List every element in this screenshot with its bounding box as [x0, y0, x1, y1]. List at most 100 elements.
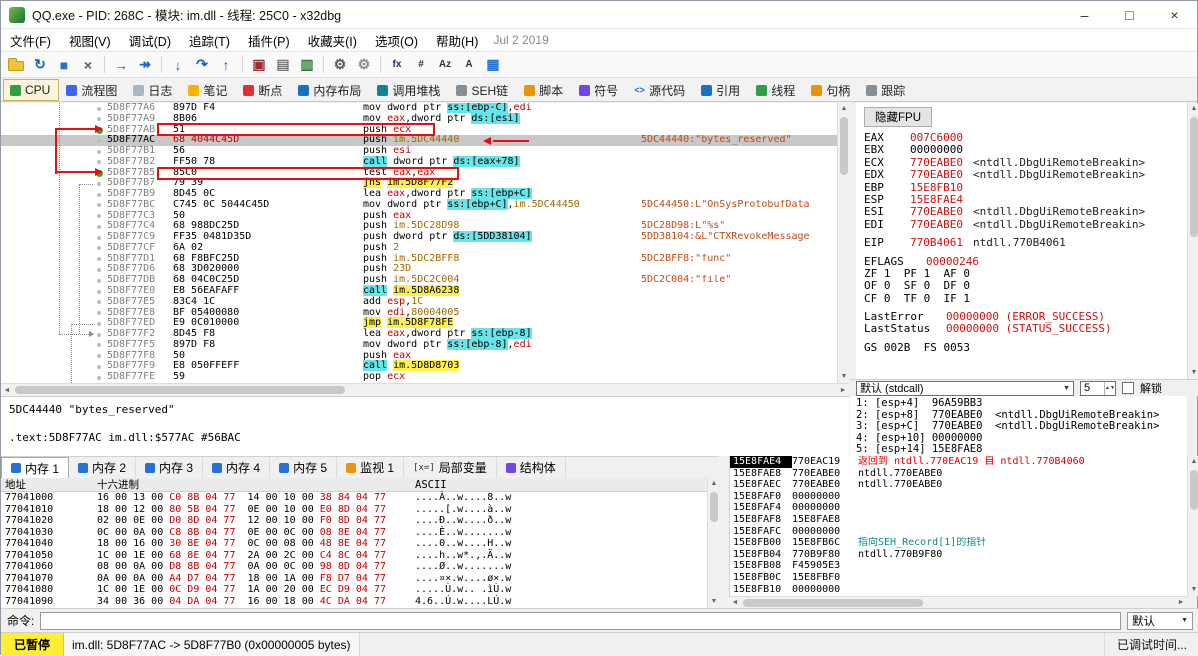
stack-row[interactable]: 15E8FB0C15E8FBF0: [730, 572, 1187, 584]
dump-row[interactable]: 770410300C 00 0A 00 C8 8B 04 77 0E 00 0C…: [1, 527, 707, 539]
tab-locals[interactable]: [x=]局部变量: [404, 457, 497, 478]
instruction-dot[interactable]: [93, 189, 107, 200]
pause-icon[interactable]: ■: [53, 54, 75, 76]
assemble-fx-icon[interactable]: fx: [386, 54, 408, 76]
register-edx[interactable]: EDX770EABE0<ntdll.DbgUiRemoteBreakin>: [864, 169, 1187, 181]
tab-memory-4[interactable]: 内存 4: [203, 457, 270, 478]
instruction-dot[interactable]: [93, 146, 107, 157]
menu-options[interactable]: 选项(O): [366, 28, 427, 53]
instruction-dot[interactable]: [93, 329, 107, 340]
calling-convention-select[interactable]: 默认 (stdcall) ▼: [856, 381, 1074, 396]
menu-favourites[interactable]: 收藏夹(I): [299, 28, 366, 53]
scroll-up-arrow[interactable]: ▲: [1188, 103, 1198, 115]
argument-row[interactable]: 1: [esp+4] 96A59BB3: [856, 398, 1187, 410]
font-a-icon[interactable]: A: [458, 54, 480, 76]
instruction-dot[interactable]: [93, 178, 107, 189]
tab-memory-map[interactable]: 内存布局: [291, 79, 370, 101]
instruction-dot[interactable]: [93, 297, 107, 308]
scroll-thumb[interactable]: [1190, 117, 1198, 237]
tab-cpu[interactable]: CPU: [3, 79, 59, 101]
tab-memory-5[interactable]: 内存 5: [270, 457, 337, 478]
register-edi[interactable]: EDI770EABE0<ntdll.DbgUiRemoteBreakin>: [864, 219, 1187, 231]
unlock-checkbox[interactable]: [1122, 382, 1134, 394]
scroll-thumb[interactable]: [840, 117, 848, 175]
stack-row[interactable]: 15E8FAF815E8FAE8: [730, 514, 1187, 526]
instruction-dot[interactable]: [93, 286, 107, 297]
dump-row[interactable]: 7704101018 00 12 00 80 5B 04 77 0E 00 10…: [1, 504, 707, 516]
strings-az-icon[interactable]: Az: [434, 54, 456, 76]
stop-icon[interactable]: ×: [77, 54, 99, 76]
instruction-dot[interactable]: [93, 361, 107, 372]
step-into-icon[interactable]: ↓: [167, 54, 189, 76]
scroll-up-arrow[interactable]: ▲: [1188, 456, 1198, 468]
tab-call-stack[interactable]: 调用堆栈: [370, 79, 449, 101]
disassembly-panel[interactable]: 5D8F77A6897D F4mov dword ptr ss:[ebp-C],…: [1, 103, 837, 383]
scroll-track[interactable]: [1188, 115, 1198, 367]
breakpoint-dot[interactable]: [93, 125, 107, 136]
command-profile-select[interactable]: 默认 ▼: [1127, 612, 1193, 630]
command-input[interactable]: [40, 612, 1121, 630]
tab-notes[interactable]: 笔记: [181, 79, 236, 101]
stack-row[interactable]: 15E8FB0015E8FB6C指向SEH_Record[1]的指针: [730, 537, 1187, 549]
menu-plugins[interactable]: 插件(P): [239, 28, 299, 53]
instruction-dot[interactable]: [93, 254, 107, 265]
menu-file[interactable]: 文件(F): [1, 28, 60, 53]
scroll-thumb[interactable]: [743, 599, 923, 607]
scroll-left-arrow[interactable]: ◄: [1, 384, 13, 396]
tab-source[interactable]: <>源代码: [627, 79, 694, 101]
instruction-dot[interactable]: [93, 318, 107, 329]
run-trace-icon[interactable]: ↠: [134, 54, 156, 76]
dump-vertical-scrollbar[interactable]: ▲ ▼: [707, 478, 719, 608]
settings-gear-icon[interactable]: ⚙: [329, 54, 351, 76]
instruction-dot[interactable]: [93, 200, 107, 211]
tab-script[interactable]: 脚本: [517, 79, 572, 101]
tab-symbols[interactable]: 符号: [572, 79, 627, 101]
scroll-track[interactable]: [741, 597, 1175, 608]
stack-panel[interactable]: 15E8FAE4770EAC19返回到 ntdll.770EAC19 自 ntd…: [729, 456, 1187, 596]
breakpoint-dot[interactable]: [93, 168, 107, 179]
tab-watch-1[interactable]: 监视 1: [337, 457, 404, 478]
restart-icon[interactable]: ↻: [29, 54, 51, 76]
instruction-dot[interactable]: [93, 243, 107, 254]
stack-vertical-scrollbar[interactable]: ▲ ▼: [1187, 456, 1198, 596]
stack-row[interactable]: 15E8FAF000000000: [730, 491, 1187, 503]
scroll-right-arrow[interactable]: ►: [837, 384, 849, 396]
step-out-icon[interactable]: ↑: [215, 54, 237, 76]
tab-breakpoints[interactable]: 断点: [236, 79, 291, 101]
dump-row[interactable]: 7704106008 00 0A 00 D8 8B 04 77 0A 00 0C…: [1, 561, 707, 573]
close-button[interactable]: ×: [1152, 1, 1197, 28]
register-eip[interactable]: EIP770B4061ntdll.770B4061: [864, 237, 1187, 249]
dump-row[interactable]: 7704102002 00 0E 00 D0 8D 04 77 12 00 10…: [1, 515, 707, 527]
bottom-splitter[interactable]: [719, 456, 729, 608]
scroll-thumb[interactable]: [15, 386, 345, 394]
menu-debug[interactable]: 调试(D): [120, 28, 180, 53]
dump-row[interactable]: 7704104018 00 16 00 30 8E 04 77 0C 00 08…: [1, 538, 707, 550]
disasm-vertical-scrollbar[interactable]: ▲ ▼: [837, 103, 849, 383]
scroll-track[interactable]: [1188, 468, 1198, 584]
instruction-dot[interactable]: [93, 275, 107, 286]
stack-row[interactable]: 15E8FB1000000000: [730, 584, 1187, 596]
dump-row[interactable]: 7704109034 00 36 00 04 DA 04 77 16 00 18…: [1, 596, 707, 608]
instruction-dot[interactable]: [93, 221, 107, 232]
instruction-dot[interactable]: [93, 232, 107, 243]
scroll-down-arrow[interactable]: ▼: [1188, 367, 1198, 379]
scroll-track[interactable]: [838, 115, 849, 371]
script-run-icon[interactable]: ▥: [296, 54, 318, 76]
tab-seh-chain[interactable]: SEH链: [449, 79, 517, 101]
scroll-thumb[interactable]: [710, 492, 718, 522]
disasm-row[interactable]: 5D8F77F5897D F8mov dword ptr ss:[ebp-8],…: [1, 340, 837, 351]
tab-memory-1[interactable]: 内存 1: [1, 457, 69, 478]
register-ebx[interactable]: EBX00000000: [864, 144, 1187, 156]
scroll-track[interactable]: [708, 490, 719, 596]
stack-row[interactable]: 15E8FAE4770EAC19返回到 ntdll.770EAC19 自 ntd…: [730, 456, 1187, 468]
instruction-dot[interactable]: [93, 157, 107, 168]
disasm-row[interactable]: 5D8F77FE59pop ecx: [1, 372, 837, 383]
instruction-dot[interactable]: [93, 372, 107, 383]
disasm-horizontal-scrollbar[interactable]: ◄ ►: [1, 383, 849, 396]
instruction-dot[interactable]: [93, 308, 107, 319]
tab-log[interactable]: 日志: [126, 79, 181, 101]
dump-row[interactable]: 7704100016 00 13 00 C0 8B 04 77 14 00 10…: [1, 492, 707, 504]
stack-row[interactable]: 15E8FAFC00000000: [730, 526, 1187, 538]
instruction-dot[interactable]: [93, 135, 107, 146]
hide-fpu-button[interactable]: 隐藏FPU: [864, 107, 932, 127]
